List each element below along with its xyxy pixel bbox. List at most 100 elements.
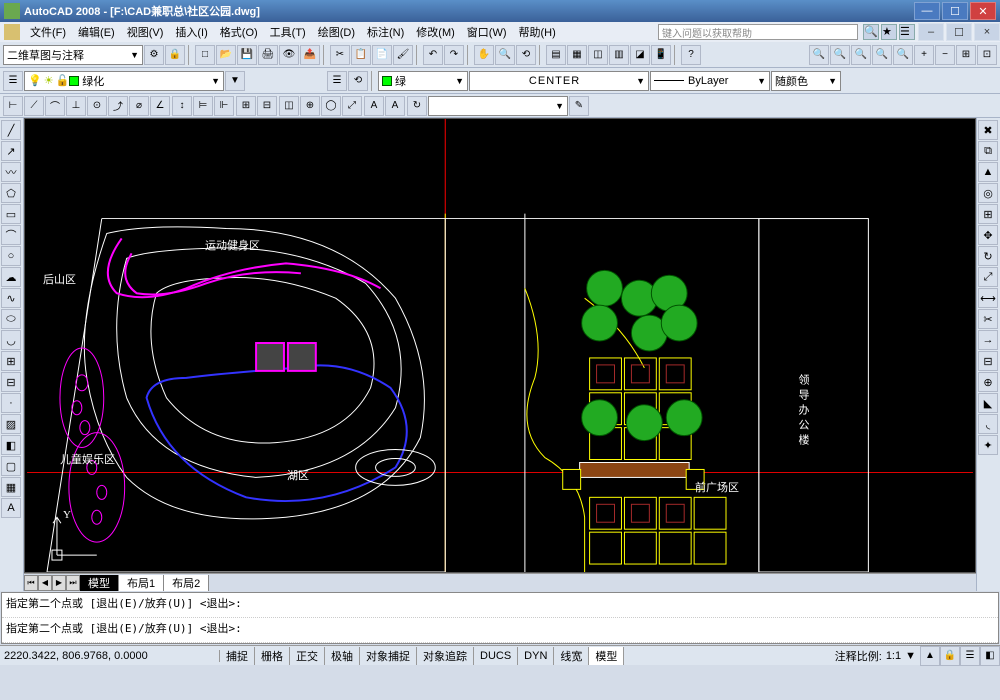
layer-dropdown[interactable]: 💡 ☀ 🔓 绿化 ▼ (24, 71, 224, 91)
explode-button[interactable]: ✦ (978, 435, 998, 455)
comm-icon[interactable]: ☰ (899, 24, 915, 40)
chamfer-button[interactable]: ◣ (978, 393, 998, 413)
dim-continue-button[interactable]: ⊩ (214, 96, 234, 116)
clean-screen-button[interactable]: ◧ (980, 646, 1000, 666)
break-button[interactable]: ⊟ (978, 351, 998, 371)
erase-button[interactable]: ✖ (978, 120, 998, 140)
close-button[interactable]: ✕ (970, 2, 996, 20)
props-button[interactable]: ▤ (546, 45, 566, 65)
zoom-rt-button[interactable]: 🔍 (495, 45, 515, 65)
join-button[interactable]: ⊕ (978, 372, 998, 392)
menu-draw[interactable]: 绘图(D) (312, 24, 361, 40)
tab-next-button[interactable]: ▶ (52, 575, 66, 591)
makeblock-button[interactable]: ⊟ (1, 372, 21, 392)
rectangle-button[interactable]: ▭ (1, 204, 21, 224)
preview-button[interactable]: 👁 (279, 45, 299, 65)
layer-state-button[interactable]: ☰ (327, 71, 347, 91)
menu-format[interactable]: 格式(O) (214, 24, 264, 40)
rotate-button[interactable]: ↻ (978, 246, 998, 266)
tolerance-button[interactable]: ◫ (279, 96, 299, 116)
canvas[interactable]: 运动健身区 后山区 儿童娱乐区 湖区 前广场区 领导办公楼 Y (24, 118, 976, 573)
color-dropdown[interactable]: 绿▼ (378, 71, 468, 91)
new-button[interactable]: □ (195, 45, 215, 65)
menu-tools[interactable]: 工具(T) (264, 24, 312, 40)
anno-value[interactable]: 1:1 (886, 650, 901, 662)
extend-button[interactable]: → (978, 330, 998, 350)
doc-close-button[interactable]: × (974, 23, 1000, 41)
gradient-button[interactable]: ◧ (1, 435, 21, 455)
dimtedit-button[interactable]: A (385, 96, 405, 116)
tab-last-button[interactable]: ⏭ (66, 575, 80, 591)
dim-radius-button[interactable]: ⊙ (87, 96, 107, 116)
gear-icon[interactable]: ⚙ (144, 45, 164, 65)
doc-maximize-button[interactable]: ☐ (946, 23, 972, 41)
status-otrack[interactable]: 对象追踪 (417, 647, 474, 665)
lineweight-dropdown[interactable]: ByLayer▼ (650, 71, 770, 91)
cut-button[interactable]: ✂ (330, 45, 350, 65)
mtext-button[interactable]: A (1, 498, 21, 518)
insertblock-button[interactable]: ⊞ (1, 351, 21, 371)
dim-angular-button[interactable]: ∠ (150, 96, 170, 116)
pan-button[interactable]: ✋ (474, 45, 494, 65)
dc-button[interactable]: ▦ (567, 45, 587, 65)
scale-button[interactable]: ⤢ (978, 267, 998, 287)
dim-space-button[interactable]: ⊞ (236, 96, 256, 116)
menu-insert[interactable]: 插入(I) (169, 24, 213, 40)
menu-window[interactable]: 窗口(W) (461, 24, 513, 40)
dimstyle-button[interactable]: ✎ (569, 96, 589, 116)
markup-button[interactable]: ◪ (630, 45, 650, 65)
zoom-dynamic-button[interactable]: 🔍 (830, 45, 850, 65)
paste-button[interactable]: 📄 (372, 45, 392, 65)
matchprop-button[interactable]: 🖌 (393, 45, 413, 65)
dim-arc-button[interactable]: ⌒ (45, 96, 65, 116)
sheet-button[interactable]: ▥ (609, 45, 629, 65)
ellipsearc-button[interactable]: ◡ (1, 330, 21, 350)
layer-prev-button[interactable]: ⟲ (348, 71, 368, 91)
help-icon[interactable]: ? (681, 45, 701, 65)
search-icon[interactable]: 🔍 (863, 24, 879, 40)
layer-props-button[interactable]: ☰ (3, 71, 23, 91)
zoom-window-button[interactable]: 🔍 (809, 45, 829, 65)
dim-linear-button[interactable]: ⊢ (3, 96, 23, 116)
dim-quick-button[interactable]: ↕ (172, 96, 192, 116)
linetype-dropdown[interactable]: CENTER▼ (469, 71, 649, 91)
layer-filter-button[interactable]: ▼ (225, 71, 245, 91)
spline-button[interactable]: ∿ (1, 288, 21, 308)
offset-button[interactable]: ◎ (978, 183, 998, 203)
anno-auto-button[interactable]: 🔒 (940, 646, 960, 666)
undo-button[interactable]: ↶ (423, 45, 443, 65)
menu-edit[interactable]: 编辑(E) (72, 24, 121, 40)
star-icon[interactable]: ★ (881, 24, 897, 40)
menu-file[interactable]: 文件(F) (24, 24, 72, 40)
jogged-linear-button[interactable]: ⤢ (342, 96, 362, 116)
centermark-button[interactable]: ⊕ (300, 96, 320, 116)
fillet-button[interactable]: ◟ (978, 414, 998, 434)
dim-baseline-button[interactable]: ⊨ (193, 96, 213, 116)
array-button[interactable]: ⊞ (978, 204, 998, 224)
tab-prev-button[interactable]: ◀ (38, 575, 52, 591)
point-button[interactable]: · (1, 393, 21, 413)
polygon-button[interactable]: ⬠ (1, 183, 21, 203)
dimstyle-dropdown[interactable]: ▼ (428, 96, 568, 116)
zoom-in-button[interactable]: + (914, 45, 934, 65)
move-button[interactable]: ✥ (978, 225, 998, 245)
hatch-button[interactable]: ▨ (1, 414, 21, 434)
help-search-input[interactable]: 键入问题以获取帮助 (658, 24, 858, 40)
region-button[interactable]: ▢ (1, 456, 21, 476)
circle-button[interactable]: ○ (1, 246, 21, 266)
table-button[interactable]: ▦ (1, 477, 21, 497)
menu-view[interactable]: 视图(V) (121, 24, 170, 40)
status-osnap[interactable]: 对象捕捉 (360, 647, 417, 665)
dim-break-button[interactable]: ⊟ (257, 96, 277, 116)
open-button[interactable]: 📂 (216, 45, 236, 65)
redo-button[interactable]: ↷ (444, 45, 464, 65)
menu-modify[interactable]: 修改(M) (410, 24, 461, 40)
dim-jogged-button[interactable]: ⤴ (108, 96, 128, 116)
minimize-button[interactable]: — (914, 2, 940, 20)
status-ortho[interactable]: 正交 (290, 647, 325, 665)
coords-display[interactable]: 2220.3422, 806.9768, 0.0000 (0, 650, 220, 662)
plotstyle-dropdown[interactable]: 随颜色▼ (771, 71, 841, 91)
line-button[interactable]: ╱ (1, 120, 21, 140)
maximize-button[interactable]: ☐ (942, 2, 968, 20)
stretch-button[interactable]: ⟷ (978, 288, 998, 308)
